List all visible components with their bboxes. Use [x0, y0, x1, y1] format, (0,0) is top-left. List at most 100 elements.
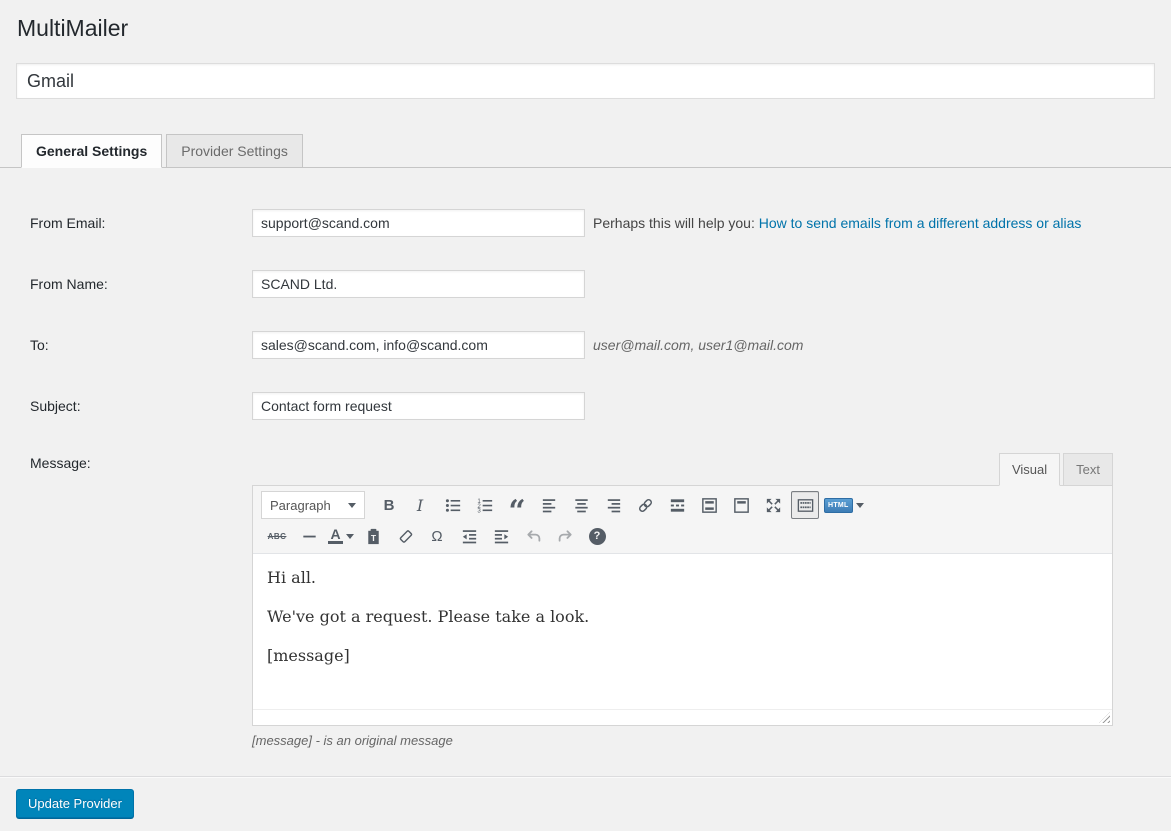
bold-button[interactable]: B	[375, 491, 403, 519]
from-name-input[interactable]	[252, 270, 585, 298]
align-center-icon	[574, 498, 588, 512]
page-title: MultiMailer	[17, 15, 129, 41]
to-row: To: user@mail.com, user1@mail.com	[0, 331, 1171, 359]
paragraph-format-value: Paragraph	[270, 497, 331, 513]
insert-header-button[interactable]	[727, 491, 755, 519]
page-header: MultiMailer	[0, 0, 1171, 43]
fullscreen-button[interactable]	[759, 491, 787, 519]
omega-icon: Ω	[431, 527, 443, 545]
chevron-down-icon	[345, 533, 354, 539]
strikethrough-icon: ABC	[267, 531, 287, 541]
html-icon: HTML	[824, 497, 853, 513]
text-color-icon: A	[328, 526, 343, 544]
text-color-button[interactable]: A	[327, 522, 355, 550]
message-label: Message:	[30, 455, 91, 471]
redo-button[interactable]	[551, 522, 579, 550]
undo-icon	[526, 529, 540, 542]
message-paragraph: [message]	[267, 646, 350, 665]
message-paragraph: Hi all.	[267, 568, 317, 587]
editor-tab-visual-label: Visual	[1011, 462, 1048, 477]
general-settings-panel: From Email: Perhaps this will help you: …	[0, 168, 1171, 748]
numbered-list-button[interactable]: 1 2 3	[471, 491, 499, 519]
message-paragraph: We've got a request. Please take a look.	[267, 607, 590, 626]
page-footer: Update Provider	[0, 776, 1171, 831]
subject-label: Subject:	[30, 398, 81, 414]
bold-icon: B	[383, 496, 395, 514]
settings-tabs: General Settings Provider Settings	[0, 134, 1171, 168]
message-editor: Visual Text Paragraph B I 1 2 3 “ HTML A…	[252, 453, 1113, 748]
provider-name-section	[0, 43, 1171, 99]
help-icon: ?	[588, 527, 606, 545]
editor-mode-tabs: Visual Text	[252, 453, 1113, 486]
tab-provider-settings[interactable]: Provider Settings	[166, 134, 303, 168]
editor-toolbar: Paragraph B I 1 2 3 “ HTML ABC A T Ω ?	[253, 486, 1112, 554]
editor-tab-text[interactable]: Text	[1063, 453, 1113, 486]
from-email-input[interactable]	[252, 209, 585, 237]
svg-text:T: T	[370, 532, 376, 542]
subject-row: Subject:	[0, 392, 1171, 420]
subject-input[interactable]	[252, 392, 585, 420]
horizontal-rule-icon	[302, 535, 316, 537]
to-input[interactable]	[252, 331, 585, 359]
insert-link-button[interactable]	[631, 491, 659, 519]
align-center-button[interactable]	[567, 491, 595, 519]
editor-content-area[interactable]: Hi all. We've got a request. Please take…	[253, 554, 1112, 709]
align-left-button[interactable]	[535, 491, 563, 519]
paste-as-text-button[interactable]: T	[359, 522, 387, 550]
undo-button[interactable]	[519, 522, 547, 550]
update-provider-button[interactable]: Update Provider	[16, 789, 134, 818]
page-top-bottom-bars-icon	[701, 497, 717, 513]
paste-as-text-icon: T	[367, 528, 379, 544]
outdent-icon	[462, 529, 476, 543]
read-more-icon	[670, 498, 684, 512]
italic-button[interactable]: I	[407, 491, 435, 519]
tab-provider-settings-label: Provider Settings	[181, 143, 288, 159]
resize-grip-icon[interactable]	[1099, 712, 1110, 723]
editor-statusbar	[253, 709, 1112, 725]
message-row: Message: Visual Text Paragraph B I 1 2 3…	[0, 453, 1171, 748]
bullet-list-button[interactable]	[439, 491, 467, 519]
indent-icon	[494, 529, 508, 543]
tab-general-settings[interactable]: General Settings	[21, 134, 163, 168]
page-top-bar-icon	[733, 497, 749, 513]
paragraph-format-select[interactable]: Paragraph	[261, 491, 365, 519]
strikethrough-button[interactable]: ABC	[263, 522, 291, 550]
message-hint: [message] - is an original message	[252, 733, 453, 748]
toolbar-toggle-button[interactable]	[791, 491, 819, 519]
to-hint: user@mail.com, user1@mail.com	[593, 337, 804, 353]
from-name-row: From Name:	[0, 270, 1171, 298]
clear-formatting-button[interactable]	[391, 522, 419, 550]
editor-box: Paragraph B I 1 2 3 “ HTML ABC A T Ω ? H…	[252, 485, 1113, 726]
from-email-label: From Email:	[30, 215, 106, 231]
tab-general-settings-label: General Settings	[36, 143, 148, 159]
eraser-icon	[399, 529, 412, 543]
chevron-down-icon	[348, 502, 356, 508]
from-name-label: From Name:	[30, 276, 108, 292]
to-label: To:	[30, 337, 49, 353]
link-icon	[638, 498, 652, 512]
redo-icon	[558, 529, 572, 542]
bullet-list-icon	[445, 498, 460, 512]
from-email-row: From Email: Perhaps this will help you: …	[0, 209, 1171, 237]
insert-header-footer-button[interactable]	[695, 491, 723, 519]
from-email-help-link[interactable]: How to send emails from a different addr…	[759, 215, 1082, 231]
align-right-icon	[607, 498, 620, 512]
blockquote-icon: “	[508, 494, 526, 529]
editor-tab-visual[interactable]: Visual	[998, 453, 1061, 486]
horizontal-rule-button[interactable]	[295, 522, 323, 550]
outdent-button[interactable]	[455, 522, 483, 550]
indent-button[interactable]	[487, 522, 515, 550]
italic-icon: I	[416, 495, 424, 515]
toolbar-row-2: ABC A T Ω ?	[261, 521, 1104, 551]
special-character-button[interactable]: Ω	[423, 522, 451, 550]
provider-name-input[interactable]	[16, 63, 1155, 99]
help-button[interactable]: ?	[583, 522, 611, 550]
blockquote-button[interactable]: “	[503, 491, 531, 529]
toolbar-row-1: Paragraph B I 1 2 3 “ HTML	[261, 490, 1104, 529]
align-left-icon	[542, 498, 555, 512]
chevron-down-icon	[855, 502, 864, 508]
align-right-button[interactable]	[599, 491, 627, 519]
insert-html-button[interactable]: HTML	[823, 491, 865, 519]
read-more-button[interactable]	[663, 491, 691, 519]
numbered-list-icon: 1 2 3	[477, 497, 492, 514]
